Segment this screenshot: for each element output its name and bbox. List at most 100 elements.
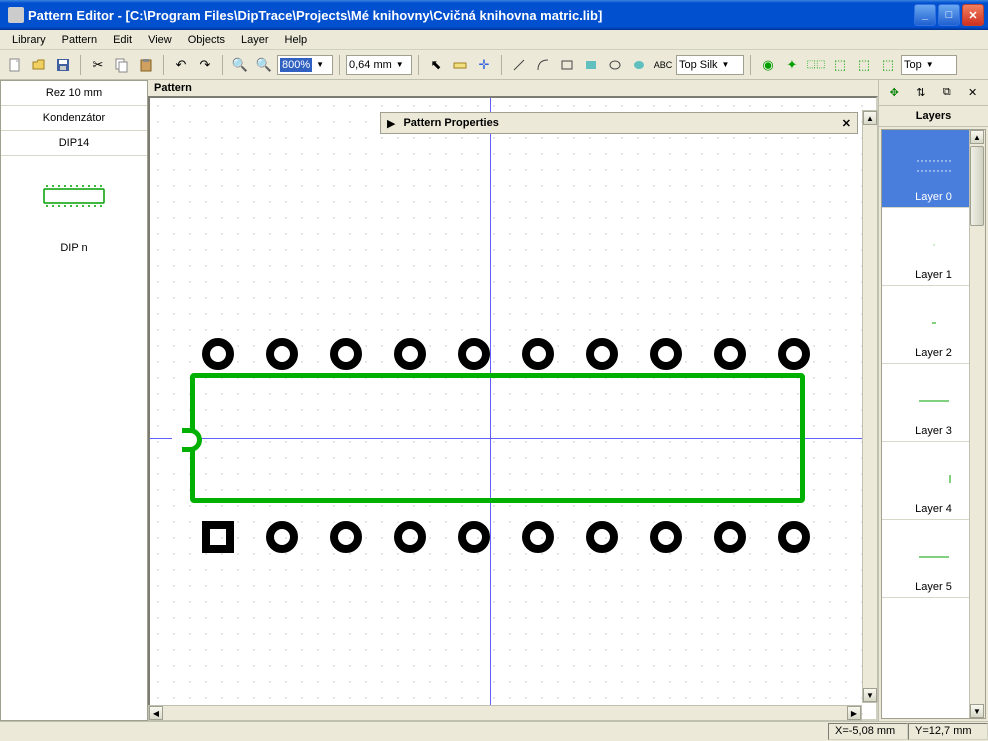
minimize-button[interactable]: _ xyxy=(914,4,936,26)
scroll-up-button[interactable]: ▲ xyxy=(970,130,984,144)
move-icon[interactable]: ✥ xyxy=(890,86,899,99)
pad[interactable] xyxy=(202,338,234,370)
array4-button[interactable]: ⬚ xyxy=(877,54,899,76)
pattern-item-rez[interactable]: Rez 10 mm xyxy=(1,81,147,106)
updown-icon[interactable]: ⇅ xyxy=(916,86,925,99)
line-button[interactable] xyxy=(508,54,530,76)
main-area: Rez 10 mm Kondenzátor DIP14 DIP n Patter… xyxy=(0,80,988,721)
pad[interactable] xyxy=(714,338,746,370)
array3-button[interactable]: ⬚ xyxy=(853,54,875,76)
horizontal-scrollbar[interactable]: ◀ ▶ xyxy=(148,705,862,721)
zoom-out-button[interactable]: 🔍 xyxy=(229,54,251,76)
scroll-down-button[interactable]: ▼ xyxy=(863,688,877,702)
zoom-combo[interactable]: 800%▼ xyxy=(277,55,333,75)
menu-help[interactable]: Help xyxy=(277,32,316,48)
layer-type-combo[interactable]: Top Silk▼ xyxy=(676,55,744,75)
menu-view[interactable]: View xyxy=(140,32,180,48)
scroll-up-button[interactable]: ▲ xyxy=(863,111,877,125)
pad[interactable] xyxy=(458,338,490,370)
pad[interactable] xyxy=(522,521,554,553)
status-y: Y=12,7 mm xyxy=(908,723,988,740)
pad[interactable] xyxy=(650,521,682,553)
scroll-thumb[interactable] xyxy=(970,146,984,226)
paste-button[interactable] xyxy=(135,54,157,76)
layers-panel: ✥ ⇅ ⧉ ✕ Layers Layer 0 Layer 1 Layer 2 L… xyxy=(878,80,988,721)
delete-icon[interactable]: ✕ xyxy=(968,86,977,99)
open-button[interactable] xyxy=(28,54,50,76)
pad-button[interactable]: ◉ xyxy=(757,54,779,76)
rect-button[interactable] xyxy=(556,54,578,76)
canvas[interactable]: ▶ Pattern Properties ✕ xyxy=(148,96,878,721)
pattern-item-dipn[interactable]: DIP n xyxy=(1,236,147,260)
copy-button[interactable] xyxy=(111,54,133,76)
text-button[interactable]: ABC xyxy=(652,54,674,76)
pad[interactable] xyxy=(586,338,618,370)
arc-button[interactable] xyxy=(532,54,554,76)
layers-header: Layers xyxy=(879,106,988,127)
layers-list: Layer 0 Layer 1 Layer 2 Layer 3 Layer 4 … xyxy=(881,129,986,719)
layer-label: Layer 1 xyxy=(915,269,952,281)
pad[interactable] xyxy=(266,521,298,553)
pad[interactable] xyxy=(266,338,298,370)
pointer-button[interactable]: ⬉ xyxy=(425,54,447,76)
pattern-list-panel: Rez 10 mm Kondenzátor DIP14 DIP n xyxy=(0,80,148,721)
undo-button[interactable]: ↶ xyxy=(170,54,192,76)
layer-label: Layer 4 xyxy=(915,503,952,515)
app-icon xyxy=(8,7,24,23)
side-combo[interactable]: Top▼ xyxy=(901,55,957,75)
pad[interactable] xyxy=(330,338,362,370)
pad[interactable] xyxy=(394,338,426,370)
menu-layer[interactable]: Layer xyxy=(233,32,277,48)
scroll-right-button[interactable]: ▶ xyxy=(847,706,861,720)
layer-label: Layer 2 xyxy=(915,347,952,359)
redo-button[interactable]: ↷ xyxy=(194,54,216,76)
pad[interactable] xyxy=(522,338,554,370)
layer-label: Layer 0 xyxy=(915,191,952,203)
zoom-in-button[interactable]: 🔍 xyxy=(253,54,275,76)
new-button[interactable] xyxy=(4,54,26,76)
array-button[interactable]: ⬚⬚ xyxy=(805,54,827,76)
pad[interactable] xyxy=(394,521,426,553)
scroll-down-button[interactable]: ▼ xyxy=(970,704,984,718)
vertical-scrollbar[interactable]: ▲ ▼ xyxy=(862,110,878,703)
menu-library[interactable]: Library xyxy=(4,32,54,48)
pad[interactable] xyxy=(778,521,810,553)
pad-1[interactable] xyxy=(202,521,234,553)
crop-icon[interactable]: ⧉ xyxy=(943,86,951,99)
save-button[interactable] xyxy=(52,54,74,76)
pads-bottom-row xyxy=(202,521,842,556)
properties-close-button[interactable]: ✕ xyxy=(842,117,851,130)
filled-ellipse-button[interactable] xyxy=(628,54,650,76)
pad[interactable] xyxy=(458,521,490,553)
pattern-item-dip14[interactable]: DIP14 xyxy=(1,131,147,156)
status-x: X=-5,08 mm xyxy=(828,723,908,740)
statusbar: X=-5,08 mm Y=12,7 mm xyxy=(0,721,988,741)
menu-objects[interactable]: Objects xyxy=(180,32,233,48)
grid-combo[interactable]: 0,64 mm▼ xyxy=(346,55,412,75)
pad[interactable] xyxy=(650,338,682,370)
array2-button[interactable]: ⬚ xyxy=(829,54,851,76)
layers-scrollbar[interactable]: ▲ ▼ xyxy=(969,130,985,718)
dip-notch xyxy=(178,428,202,452)
titlebar: Pattern Editor - [C:\Program Files\DipTr… xyxy=(0,0,988,30)
origin-button[interactable]: ✛ xyxy=(473,54,495,76)
pad2-button[interactable]: ✦ xyxy=(781,54,803,76)
pad[interactable] xyxy=(586,521,618,553)
close-button[interactable]: ✕ xyxy=(962,4,984,26)
maximize-button[interactable]: □ xyxy=(938,4,960,26)
expand-icon[interactable]: ▶ xyxy=(387,117,395,130)
pattern-item-kondenzator[interactable]: Kondenzátor xyxy=(1,106,147,131)
pad[interactable] xyxy=(330,521,362,553)
measure-button[interactable] xyxy=(449,54,471,76)
pad[interactable] xyxy=(714,521,746,553)
ellipse-button[interactable] xyxy=(604,54,626,76)
menu-pattern[interactable]: Pattern xyxy=(54,32,105,48)
pads-top-row xyxy=(202,338,842,373)
scroll-left-button[interactable]: ◀ xyxy=(149,706,163,720)
layer-label: Layer 5 xyxy=(915,581,952,593)
pad[interactable] xyxy=(778,338,810,370)
filled-rect-button[interactable] xyxy=(580,54,602,76)
cut-button[interactable]: ✂ xyxy=(87,54,109,76)
menu-edit[interactable]: Edit xyxy=(105,32,140,48)
pattern-properties-bar[interactable]: ▶ Pattern Properties ✕ xyxy=(380,112,858,134)
